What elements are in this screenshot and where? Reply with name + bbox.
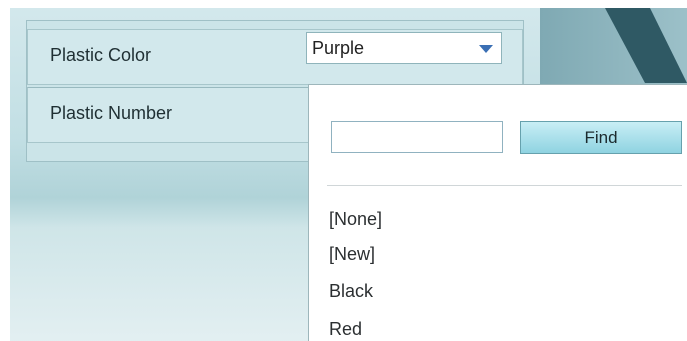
option-black[interactable]: Black [329,281,373,302]
separator [327,185,682,186]
option-red[interactable]: Red [329,319,362,340]
search-input[interactable] [331,121,503,153]
plastic-color-value: Purple [312,38,365,58]
dropdown-popup: Find [None] [New] Black Red [308,84,687,341]
app-canvas: Plastic Color Plastic Number Purple Find… [10,8,687,341]
plastic-color-label: Plastic Color [50,45,152,65]
plastic-color-dropdown[interactable]: Purple [306,32,502,64]
find-button[interactable]: Find [520,121,682,154]
option-new[interactable]: [New] [329,244,375,265]
chevron-down-icon[interactable] [479,45,493,53]
option-none[interactable]: [None] [329,209,382,230]
plastic-number-label: Plastic Number [50,103,173,123]
